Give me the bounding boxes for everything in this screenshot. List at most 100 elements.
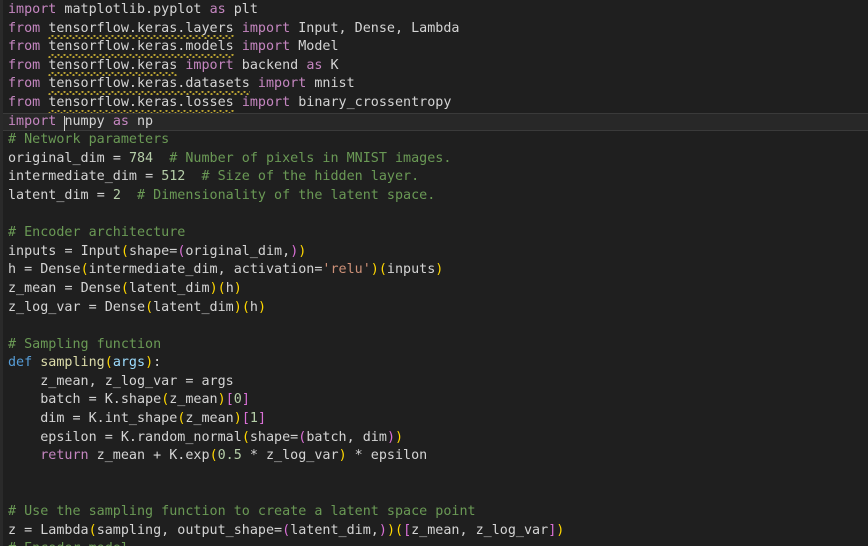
bracket-open: ( — [378, 262, 387, 278]
argument-inner: original_dim, — [185, 243, 291, 259]
module-path-warning: tensorflow.keras.layers — [48, 20, 235, 39]
number-literal: 0 — [233, 392, 242, 408]
code-line[interactable]: # Sampling function — [3, 336, 868, 355]
code-line[interactable]: from tensorflow.keras.datasets import mn… — [3, 75, 868, 95]
operator-assign: = — [112, 150, 129, 166]
code-line[interactable]: z_log_var = Dense(latent_dim)(h) — [3, 299, 868, 318]
bracket-open: [ — [403, 522, 412, 538]
variable: intermediate_dim — [8, 169, 146, 185]
bracket-open: ( — [120, 243, 129, 259]
operator-assign: = — [88, 299, 105, 315]
comment: # Encoder architecture — [8, 225, 186, 241]
argument: shape= — [128, 243, 178, 259]
imported-names: Model — [290, 39, 339, 55]
bracket-close: ) — [209, 280, 218, 296]
code-line[interactable]: # Encoder model — [3, 540, 868, 546]
argument: latent_dim — [153, 299, 234, 315]
comment: # Network parameters — [8, 132, 170, 148]
bracket-close: ) — [556, 522, 565, 538]
argument: z_mean — [185, 411, 234, 427]
variable: batch — [40, 392, 89, 408]
code-line[interactable]: from tensorflow.keras.losses import bina… — [3, 94, 868, 114]
bracket-close: ) — [435, 262, 444, 278]
operator-assign: = — [64, 243, 81, 259]
number-literal: 1 — [249, 411, 258, 427]
code-line[interactable]: z_mean = Dense(latent_dim)(h) — [3, 280, 868, 299]
comment: # Encoder model — [8, 541, 129, 546]
bracket-close: ) — [395, 429, 404, 445]
bracket-open: [ — [241, 411, 250, 427]
code-line[interactable]: return z_mean + K.exp(0.5 * z_log_var) *… — [3, 447, 868, 466]
keyword-import: import — [241, 94, 291, 110]
call-name: K.random_normal — [120, 429, 242, 445]
bracket-open: ( — [209, 448, 218, 464]
code-line[interactable]: from tensorflow.keras.layers import Inpu… — [3, 20, 868, 39]
argument: intermediate_dim, activation= — [88, 262, 323, 278]
code-line-blank[interactable] — [3, 484, 868, 503]
keyword-import: import — [185, 57, 234, 73]
variable: dim — [40, 411, 73, 427]
code-line[interactable]: epsilon = K.random_normal(shape=(batch, … — [3, 429, 868, 448]
bracket-close: ) — [338, 448, 347, 464]
keyword-as: as — [112, 113, 129, 129]
code-line[interactable]: # Use the sampling function to create a … — [3, 503, 868, 522]
code-line[interactable]: inputs = Input(shape=(original_dim,)) — [3, 243, 868, 262]
keyword-from: from — [8, 94, 41, 110]
code-line-blank[interactable] — [3, 466, 868, 485]
alias: np — [128, 113, 154, 129]
variable: epsilon — [40, 429, 105, 445]
variable: z_mean — [8, 280, 65, 296]
call-name: K.int_shape — [88, 411, 178, 427]
colon: : — [153, 355, 162, 371]
code-area[interactable]: import matplotlib.pyplot as plt from ten… — [3, 0, 868, 546]
code-line-blank[interactable] — [3, 317, 868, 336]
code-line-current[interactable]: import numpy as np — [3, 112, 868, 132]
code-line[interactable]: original_dim = 784 # Number of pixels in… — [3, 150, 868, 169]
variable: h — [8, 262, 25, 278]
operator-assign: = — [145, 169, 162, 185]
code-line[interactable]: from tensorflow.keras.models import Mode… — [3, 38, 868, 58]
call-name: Input — [80, 243, 121, 259]
bracket-close: ) — [233, 411, 242, 427]
code-line[interactable]: latent_dim = 2 # Dimensionality of the l… — [3, 187, 868, 206]
code-line-blank[interactable] — [3, 206, 868, 225]
alias: plt — [225, 2, 258, 17]
argument: sampling, output_shape= — [96, 522, 283, 538]
code-line[interactable]: h = Dense(intermediate_dim, activation='… — [3, 261, 868, 280]
expression-tail: * epsilon — [346, 448, 428, 464]
argument-inner: h — [249, 299, 258, 315]
call-name: Dense — [80, 280, 121, 296]
bracket-close: ) — [386, 429, 395, 445]
function-name: sampling — [32, 355, 105, 371]
code-line[interactable]: # Network parameters — [3, 131, 868, 150]
code-line[interactable]: def sampling(args): — [3, 354, 868, 373]
code-line[interactable]: import matplotlib.pyplot as plt — [3, 1, 868, 20]
operator-assign: = — [72, 411, 89, 427]
bracket-close: ] — [241, 392, 250, 408]
expression-rest: * z_log_var — [241, 448, 339, 464]
code-line[interactable]: # Encoder architecture — [3, 224, 868, 243]
code-line[interactable]: intermediate_dim = 512 # Size of the hid… — [3, 168, 868, 187]
code-line[interactable]: from tensorflow.keras import backend as … — [3, 57, 868, 76]
argument-inner: inputs — [386, 262, 436, 278]
code-line[interactable]: dim = K.int_shape(z_mean)[1] — [3, 410, 868, 429]
bracket-close: ] — [257, 411, 266, 427]
keyword-from: from — [8, 20, 41, 36]
code-line[interactable]: z_mean, z_log_var = args — [3, 373, 868, 392]
bracket-close: ) — [298, 243, 307, 259]
call-name: K.shape — [104, 392, 162, 408]
operator-assign: = — [96, 187, 113, 203]
imported-names: mnist — [306, 76, 355, 92]
keyword-return: return — [40, 448, 89, 464]
bracket-open: ( — [217, 280, 226, 296]
code-line[interactable]: batch = K.shape(z_mean)[0] — [3, 391, 868, 410]
keyword-as: as — [306, 57, 323, 73]
code-editor[interactable]: import matplotlib.pyplot as plt from ten… — [0, 0, 868, 546]
imported-names: binary_crossentropy — [290, 94, 452, 110]
code-line[interactable]: z = Lambda(sampling, output_shape=(laten… — [3, 522, 868, 541]
